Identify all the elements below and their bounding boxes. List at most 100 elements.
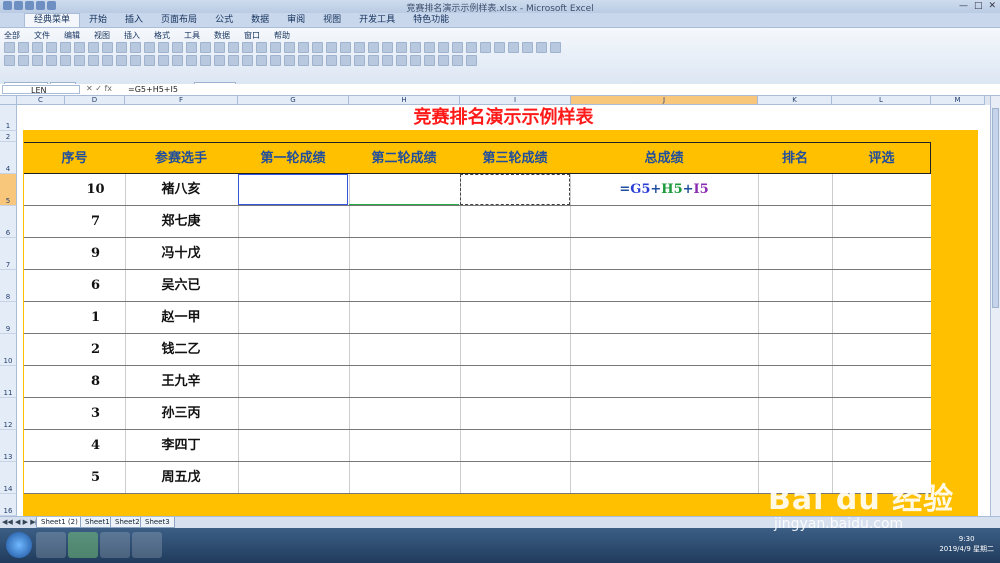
toolbar-button-icon[interactable]: [144, 42, 155, 53]
toolbar-button-icon[interactable]: [116, 55, 127, 66]
row-header[interactable]: 14: [0, 462, 17, 494]
row-header[interactable]: 10: [0, 334, 17, 366]
toolbar-row-2[interactable]: [4, 55, 477, 66]
toolbar-button-icon[interactable]: [130, 55, 141, 66]
toolbar-button-icon[interactable]: [270, 55, 281, 66]
toolbar-button-icon[interactable]: [326, 42, 337, 53]
column-header[interactable]: M: [931, 96, 985, 105]
toolbar-row-1[interactable]: [4, 42, 561, 53]
menu-tab[interactable]: 页面布局: [152, 14, 206, 27]
toolbar-button-icon[interactable]: [368, 55, 379, 66]
toolbar-button-icon[interactable]: [452, 55, 463, 66]
table-row[interactable]: 8 王九辛: [24, 366, 931, 398]
toolbar-button-icon[interactable]: [116, 42, 127, 53]
toolbar-button-icon[interactable]: [480, 42, 491, 53]
close-icon[interactable]: ✕: [988, 1, 996, 11]
toolbar-button-icon[interactable]: [396, 55, 407, 66]
classic-menu-item[interactable]: 文件: [34, 30, 50, 41]
toolbar-button-icon[interactable]: [340, 42, 351, 53]
toolbar-button-icon[interactable]: [340, 55, 351, 66]
toolbar-button-icon[interactable]: [284, 42, 295, 53]
toolbar-button-icon[interactable]: [102, 42, 113, 53]
cell-player-name[interactable]: 周五戊: [125, 462, 237, 493]
classic-menu-item[interactable]: 全部: [4, 30, 20, 41]
menu-tab[interactable]: 开发工具: [350, 14, 404, 27]
toolbar-button-icon[interactable]: [284, 55, 295, 66]
excel-taskbar-icon[interactable]: [68, 532, 98, 558]
menu-tab[interactable]: 视图: [314, 14, 350, 27]
menu-tab[interactable]: 特色功能: [404, 14, 458, 27]
cell-player-name[interactable]: 吴六已: [125, 270, 237, 301]
toolbar-button-icon[interactable]: [130, 42, 141, 53]
toolbar-button-icon[interactable]: [32, 42, 43, 53]
table-row[interactable]: 7 郑七庚: [24, 206, 931, 238]
scroll-thumb[interactable]: [992, 108, 999, 308]
vertical-scrollbar[interactable]: [990, 96, 1000, 516]
toolbar-button-icon[interactable]: [466, 42, 477, 53]
toolbar-button-icon[interactable]: [354, 42, 365, 53]
minimize-icon[interactable]: —: [959, 1, 968, 11]
toolbar-button-icon[interactable]: [200, 55, 211, 66]
row-header[interactable]: 4: [0, 142, 17, 174]
table-row[interactable]: 9 冯十戊: [24, 238, 931, 270]
toolbar-button-icon[interactable]: [32, 55, 43, 66]
select-all-corner[interactable]: [0, 96, 17, 105]
folder-taskbar-icon[interactable]: [100, 532, 130, 558]
cell-player-name[interactable]: 王九辛: [125, 366, 237, 397]
menu-tab[interactable]: 公式: [206, 14, 242, 27]
total-formula-cell[interactable]: =G5+H5+I5: [570, 174, 758, 205]
toolbar-button-icon[interactable]: [550, 42, 561, 53]
cell-player-name[interactable]: 孙三丙: [125, 398, 237, 429]
sheet-tab[interactable]: Sheet3: [140, 517, 175, 528]
media-taskbar-icon[interactable]: [132, 532, 162, 558]
toolbar-button-icon[interactable]: [298, 55, 309, 66]
toolbar-button-icon[interactable]: [298, 42, 309, 53]
toolbar-button-icon[interactable]: [228, 42, 239, 53]
table-row[interactable]: 2 钱二乙: [24, 334, 931, 366]
toolbar-button-icon[interactable]: [494, 42, 505, 53]
toolbar-button-icon[interactable]: [410, 55, 421, 66]
maximize-icon[interactable]: □: [974, 1, 983, 11]
table-row[interactable]: 1 赵一甲: [24, 302, 931, 334]
toolbar-button-icon[interactable]: [536, 42, 547, 53]
toolbar-button-icon[interactable]: [368, 42, 379, 53]
toolbar-button-icon[interactable]: [312, 42, 323, 53]
column-header[interactable]: J: [571, 96, 758, 105]
toolbar-button-icon[interactable]: [172, 55, 183, 66]
toolbar-button-icon[interactable]: [60, 42, 71, 53]
toolbar-button-icon[interactable]: [88, 42, 99, 53]
toolbar-button-icon[interactable]: [4, 42, 15, 53]
window-controls[interactable]: — □ ✕: [959, 1, 996, 11]
cell-player-name[interactable]: 钱二乙: [125, 334, 237, 365]
toolbar-button-icon[interactable]: [102, 55, 113, 66]
menu-tab[interactable]: 数据: [242, 14, 278, 27]
toolbar-button-icon[interactable]: [522, 42, 533, 53]
toolbar-button-icon[interactable]: [508, 42, 519, 53]
classic-menu-item[interactable]: 窗口: [244, 30, 260, 41]
start-button-icon[interactable]: [6, 532, 32, 558]
toolbar-button-icon[interactable]: [382, 55, 393, 66]
toolbar-button-icon[interactable]: [424, 42, 435, 53]
table-row[interactable]: 10 褚八亥 =G5+H5+I5: [24, 174, 931, 206]
classic-menu-item[interactable]: 视图: [94, 30, 110, 41]
toolbar-button-icon[interactable]: [214, 42, 225, 53]
toolbar-button-icon[interactable]: [396, 42, 407, 53]
cell-player-name[interactable]: 冯十戊: [125, 238, 237, 269]
toolbar-button-icon[interactable]: [466, 55, 477, 66]
row-header[interactable]: 2: [0, 131, 17, 142]
name-box[interactable]: LEN: [2, 85, 80, 95]
classic-menu-item[interactable]: 工具: [184, 30, 200, 41]
column-header[interactable]: L: [832, 96, 931, 105]
cell-player-name[interactable]: 赵一甲: [125, 302, 237, 333]
toolbar-button-icon[interactable]: [186, 55, 197, 66]
cell-player-name[interactable]: 褚八亥: [125, 174, 237, 205]
toolbar-button-icon[interactable]: [4, 55, 15, 66]
row-header[interactable]: 1: [0, 105, 17, 131]
toolbar-button-icon[interactable]: [158, 55, 169, 66]
toolbar-button-icon[interactable]: [256, 55, 267, 66]
toolbar-button-icon[interactable]: [200, 42, 211, 53]
row-header[interactable]: 13: [0, 430, 17, 462]
classic-menu-item[interactable]: 数据: [214, 30, 230, 41]
cell-player-name[interactable]: 李四丁: [125, 430, 237, 461]
menu-tab[interactable]: 审阅: [278, 14, 314, 27]
